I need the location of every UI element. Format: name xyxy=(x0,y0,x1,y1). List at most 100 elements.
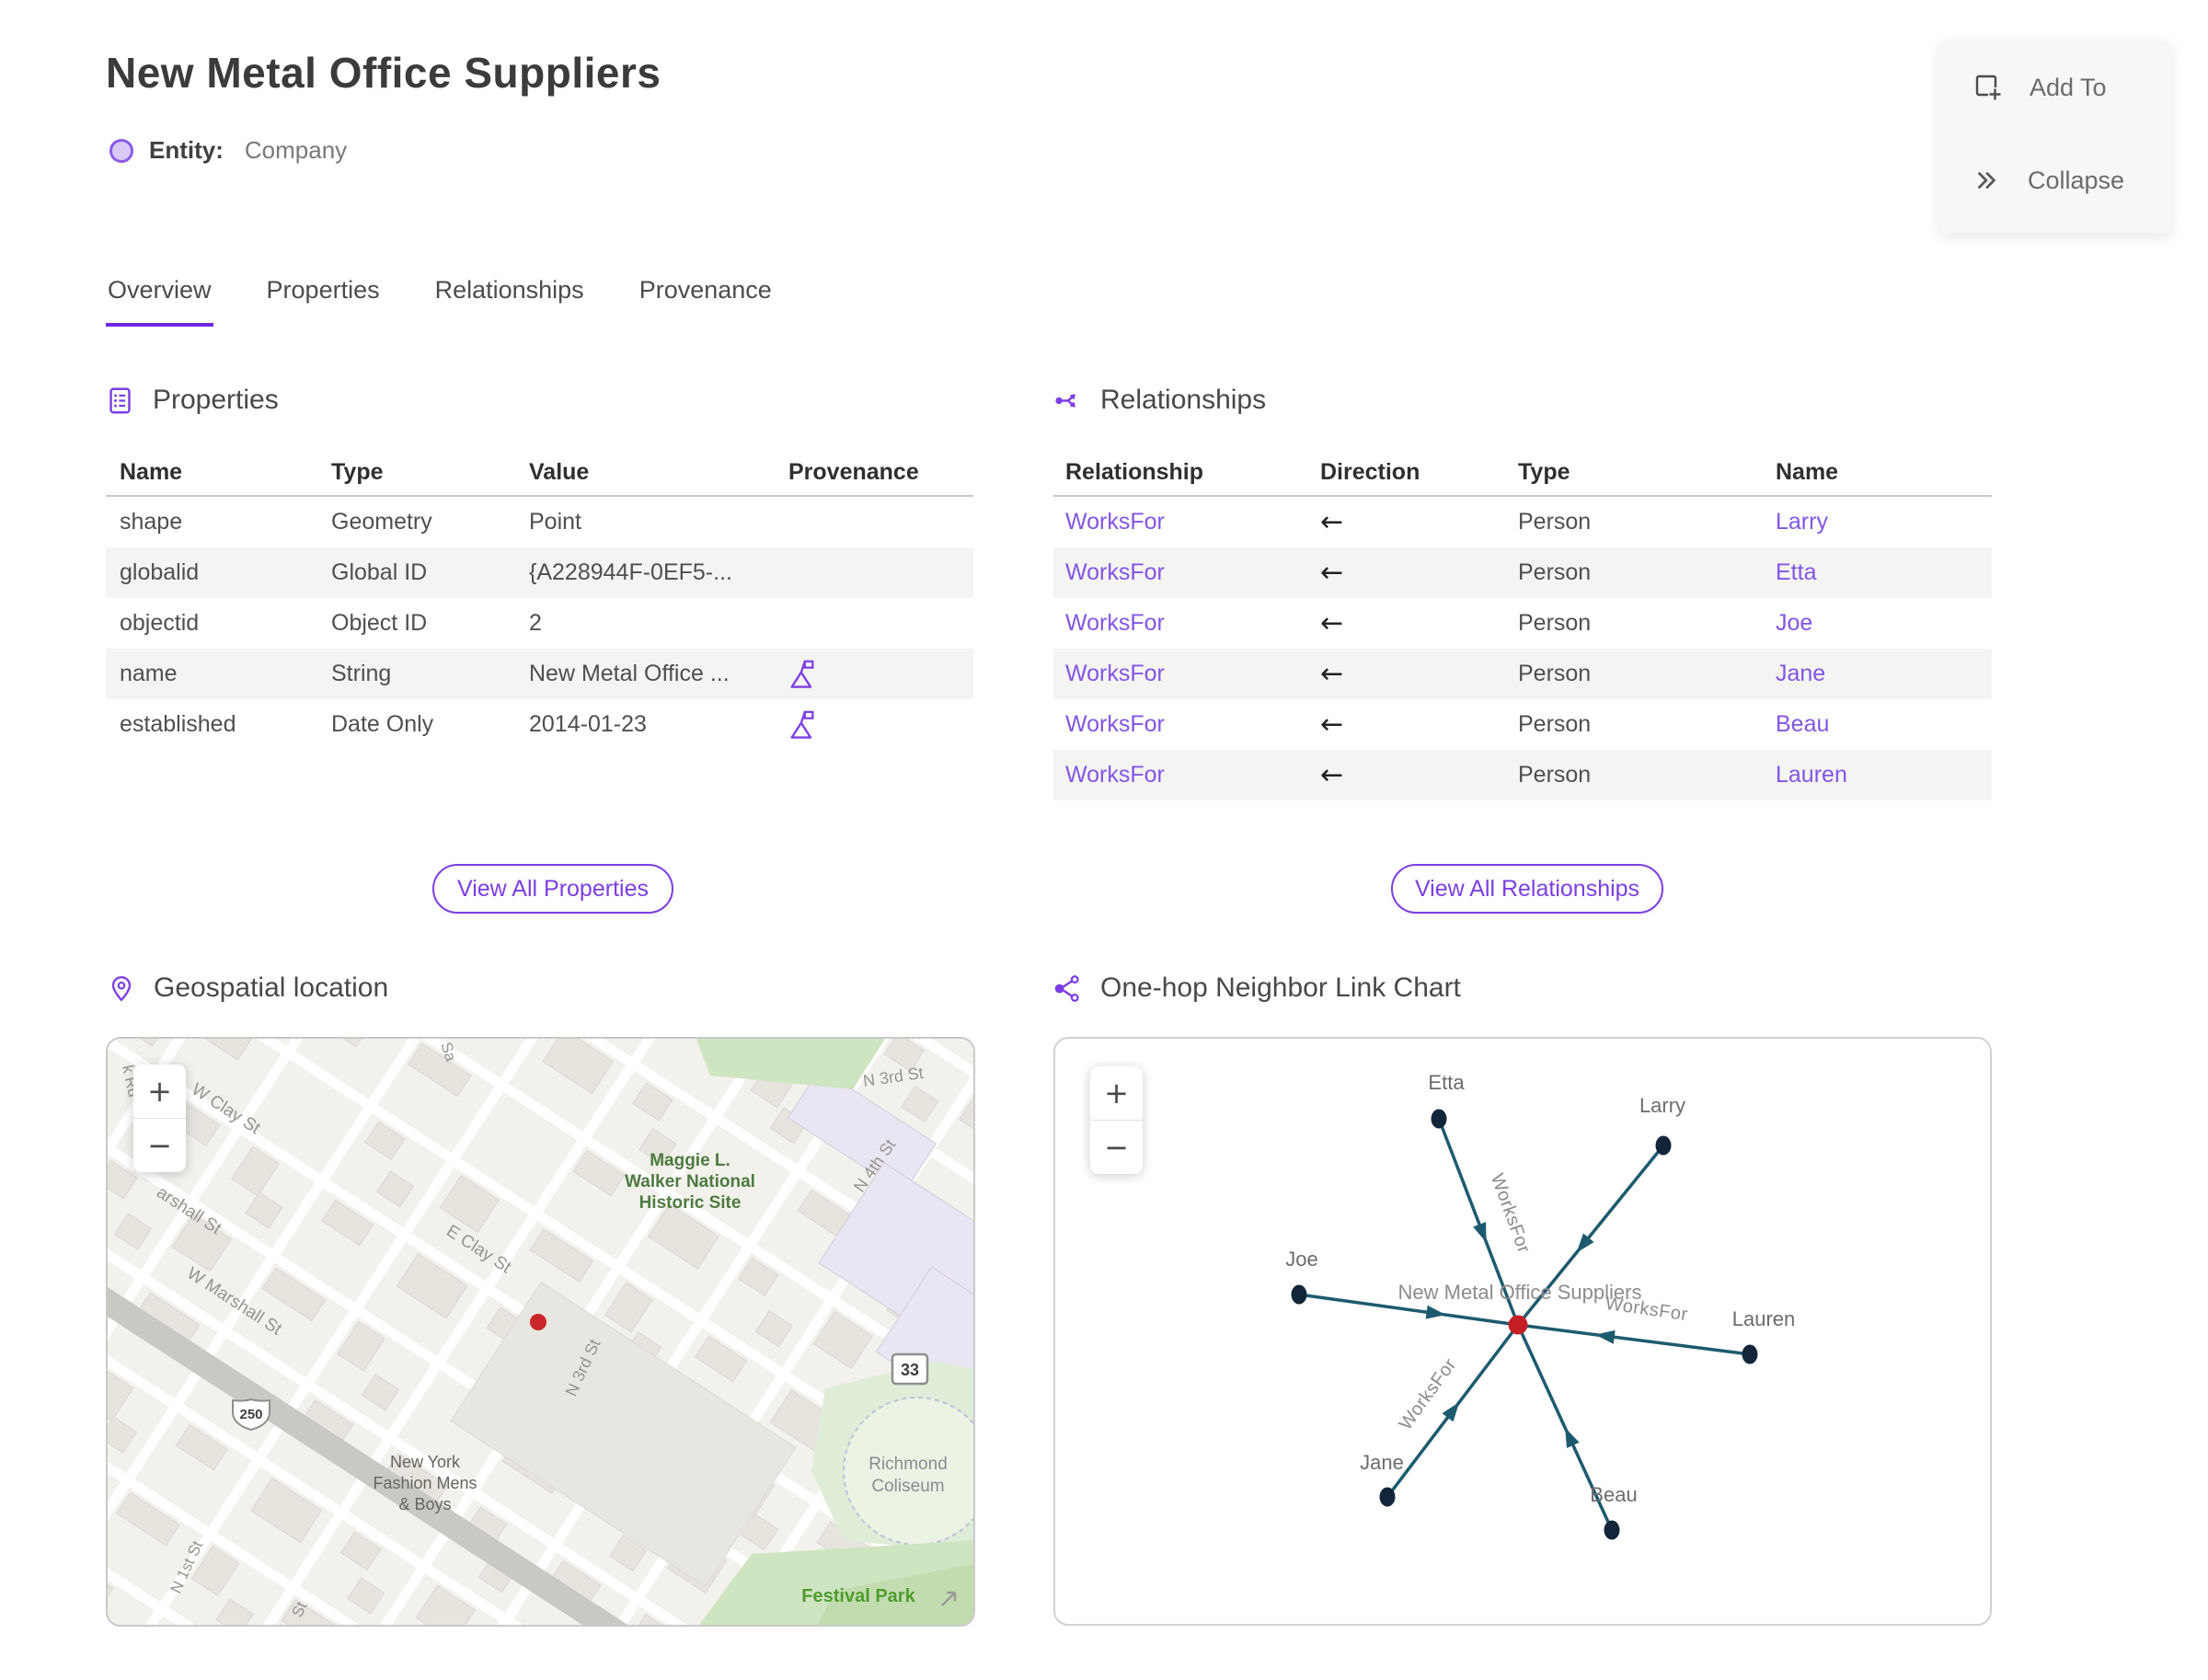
properties-section-title: Properties xyxy=(153,385,279,415)
properties-table-header: Name Type Value Provenance xyxy=(106,449,973,497)
entity-link[interactable]: Larry xyxy=(1764,509,1992,535)
provenance-flag-icon[interactable] xyxy=(788,709,816,741)
svg-text:Coliseum: Coliseum xyxy=(871,1477,944,1496)
entity-detail-page: New Metal Office Suppliers Entity: Compa… xyxy=(0,0,2208,1680)
svg-text:Beau: Beau xyxy=(1590,1483,1637,1506)
table-row: WorksFor ← Person Beau xyxy=(1053,699,1992,750)
relationships-table-header: Relationship Direction Type Name xyxy=(1053,449,1992,497)
location-marker[interactable] xyxy=(530,1314,546,1330)
direction-arrow: ← xyxy=(1320,607,1344,639)
direction-arrow: ← xyxy=(1320,658,1344,690)
link-chart-section-title: One-hop Neighbor Link Chart xyxy=(1100,972,1461,1003)
view-all-relationships-button[interactable]: View All Relationships xyxy=(1391,864,1663,914)
relationship-link[interactable]: WorksFor xyxy=(1053,711,1308,738)
add-to-label: Add To xyxy=(2030,73,2107,101)
svg-text:Etta: Etta xyxy=(1428,1071,1465,1094)
add-to-icon xyxy=(1972,72,2004,103)
direction-arrow: ← xyxy=(1320,557,1344,589)
col-type: Type xyxy=(331,458,384,485)
svg-text:250: 250 xyxy=(239,1407,262,1422)
table-row: globalid Global ID {A228944F-0EF5-... xyxy=(106,547,973,598)
poi-label: Richmond xyxy=(868,1455,948,1474)
entity-badge: Entity: Company xyxy=(109,136,347,165)
entity-link[interactable]: Jane xyxy=(1764,661,1992,687)
relationship-link[interactable]: WorksFor xyxy=(1053,509,1308,535)
link-chart-section-header: One-hop Neighbor Link Chart xyxy=(1053,972,1461,1004)
view-all-properties-button[interactable]: View All Properties xyxy=(432,864,673,914)
zoom-in-button[interactable]: + xyxy=(1090,1066,1143,1120)
entity-label: Entity: xyxy=(149,136,224,164)
relationship-link[interactable]: WorksFor xyxy=(1053,762,1308,788)
col-value: Value xyxy=(529,458,590,485)
relationships-icon xyxy=(1053,386,1082,415)
svg-text:Walker National: Walker National xyxy=(625,1172,755,1191)
zoom-out-button[interactable]: − xyxy=(1090,1120,1143,1174)
direction-arrow: ← xyxy=(1320,506,1344,538)
geospatial-section-header: Geospatial location xyxy=(108,972,388,1004)
relationship-link[interactable]: WorksFor xyxy=(1053,559,1308,586)
quick-actions-panel: Add To Collapse xyxy=(1939,40,2171,234)
tab-overview[interactable]: Overview xyxy=(106,276,213,327)
table-row: objectid Object ID 2 xyxy=(120,610,542,636)
chart-zoom-control: + − xyxy=(1090,1066,1143,1174)
relationships-section-header: Relationships xyxy=(1053,385,1266,416)
link-chart-icon xyxy=(1053,974,1082,1003)
svg-text:WorksFor: WorksFor xyxy=(1396,1354,1461,1433)
properties-table: Name Type Value Provenance shape Geometr… xyxy=(106,449,973,750)
direction-arrow: ← xyxy=(1320,759,1344,791)
entity-type-icon xyxy=(109,138,133,163)
geospatial-section-title: Geospatial location xyxy=(154,972,389,1003)
relationships-section-title: Relationships xyxy=(1100,385,1267,415)
entity-type: Company xyxy=(244,136,348,164)
table-row: WorksFor ← Person Joe xyxy=(1053,598,1992,649)
geospatial-map[interactable]: k Rd W Clay St Sa arshall St W Marshall … xyxy=(106,1037,975,1627)
tab-provenance[interactable]: Provenance xyxy=(638,276,774,327)
table-row: WorksFor ← Person Lauren xyxy=(1053,750,1992,800)
route-shield-33: 33 xyxy=(891,1352,929,1386)
entity-link[interactable]: Joe xyxy=(1764,610,1992,637)
poi-label: Festival Park xyxy=(801,1586,915,1606)
table-row: WorksFor ← Person Larry xyxy=(1053,497,1992,547)
relationship-link[interactable]: WorksFor xyxy=(1053,661,1308,687)
svg-text:33: 33 xyxy=(901,1361,919,1379)
poi-label: Maggie L. xyxy=(650,1151,730,1170)
table-row: shape Geometry Point xyxy=(120,509,581,535)
collapse-label: Collapse xyxy=(2028,166,2125,194)
one-hop-link-chart[interactable]: WorksFor WorksFor WorksFor Etta Larry Joe Laur… xyxy=(1053,1037,1992,1626)
properties-section-header: Properties xyxy=(106,385,279,416)
entity-link[interactable]: Etta xyxy=(1764,559,1992,586)
col-provenance: Provenance xyxy=(788,458,919,485)
table-row: WorksFor ← Person Etta xyxy=(1053,547,1992,598)
zoom-out-button[interactable]: − xyxy=(133,1118,186,1172)
svg-text:New Metal Office Suppliers: New Metal Office Suppliers xyxy=(1398,1281,1642,1304)
poi-label: New York xyxy=(390,1453,461,1471)
col-name: Name xyxy=(120,458,183,485)
zoom-in-button[interactable]: + xyxy=(133,1064,186,1118)
svg-text:Historic Site: Historic Site xyxy=(639,1193,742,1213)
map-canvas: k Rd W Clay St Sa arshall St W Marshall … xyxy=(108,1039,973,1625)
svg-text:& Boys: & Boys xyxy=(398,1495,451,1513)
double-chevron-right-icon xyxy=(1972,166,2002,195)
provenance-flag-icon[interactable] xyxy=(788,659,816,690)
link-chart-canvas: WorksForWorksForWorksForEttaLarryJoeLaur… xyxy=(1285,1071,1796,1540)
collapse-button[interactable]: Collapse xyxy=(1972,166,2124,195)
direction-arrow: ← xyxy=(1320,708,1344,741)
properties-icon xyxy=(106,386,134,415)
tab-relationships[interactable]: Relationships xyxy=(433,276,586,327)
entity-link[interactable]: Lauren xyxy=(1764,762,1992,788)
svg-text:Larry: Larry xyxy=(1639,1094,1685,1117)
relationship-link[interactable]: WorksFor xyxy=(1053,610,1308,637)
page-title: New Metal Office Suppliers xyxy=(106,49,661,97)
map-zoom-control: + − xyxy=(133,1064,186,1172)
table-row: established Date Only 2014-01-23 xyxy=(106,699,973,750)
svg-text:Joe: Joe xyxy=(1285,1248,1317,1271)
svg-text:Fashion Mens: Fashion Mens xyxy=(373,1474,477,1492)
table-row: name String New Metal Office ... xyxy=(106,649,973,699)
svg-text:Jane: Jane xyxy=(1360,1451,1404,1474)
svg-text:Lauren: Lauren xyxy=(1732,1307,1796,1330)
table-row: WorksFor ← Person Jane xyxy=(1053,649,1992,699)
map-pin-icon xyxy=(108,974,135,1003)
add-to-button[interactable]: Add To xyxy=(1972,72,2107,103)
entity-link[interactable]: Beau xyxy=(1764,711,1992,738)
tab-properties[interactable]: Properties xyxy=(265,276,382,327)
